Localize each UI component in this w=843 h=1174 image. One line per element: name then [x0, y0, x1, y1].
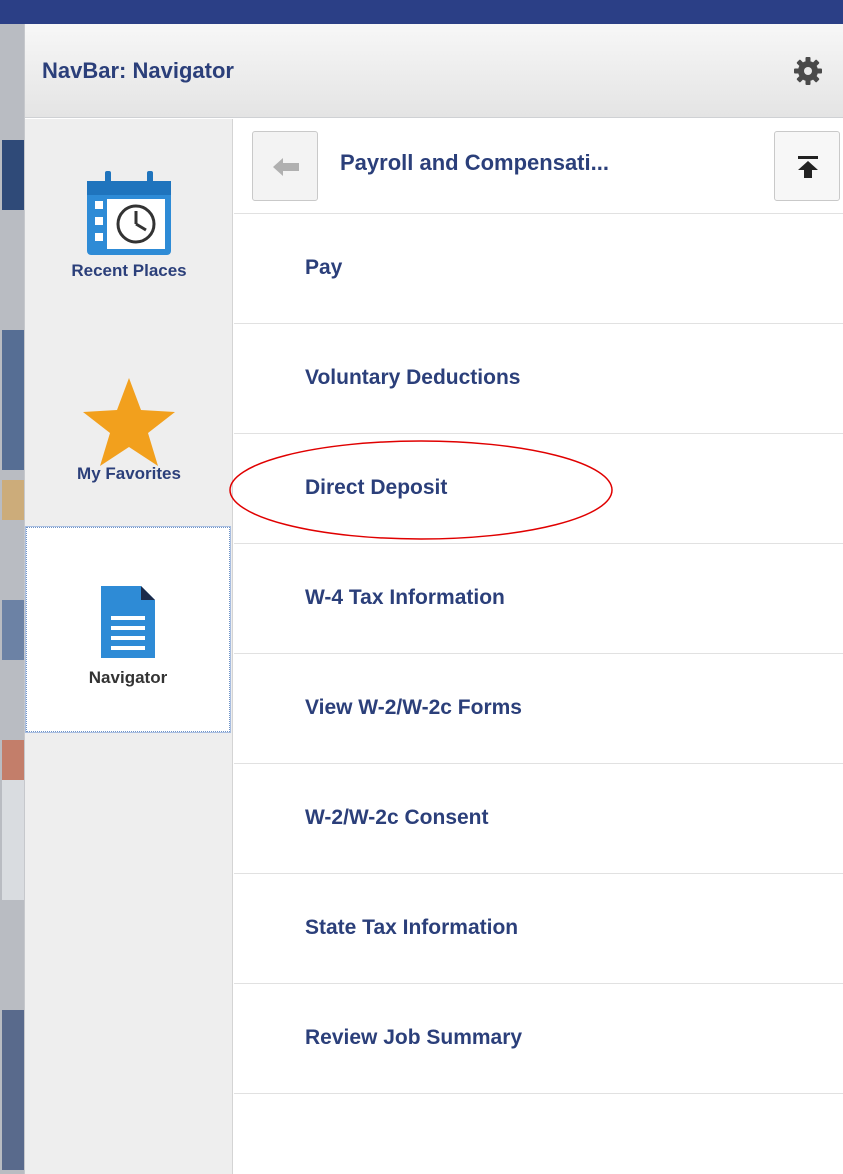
menu-item-label: View W-2/W-2c Forms	[305, 696, 522, 719]
menu-item-label: W-2/W-2c Consent	[305, 806, 489, 829]
navbar-panel: NavBar: Navigator Recent Places My Favor…	[24, 24, 843, 1174]
menu-item-state-tax-information[interactable]: State Tax Information	[234, 874, 843, 984]
menu-item-w2-consent[interactable]: W-2/W-2c Consent	[234, 764, 843, 874]
rail-item-label: Recent Places	[71, 261, 187, 280]
back-button[interactable]	[252, 131, 318, 201]
back-arrow-icon	[273, 158, 299, 176]
menu-item-w4-tax-information[interactable]: W-4 Tax Information	[234, 544, 843, 654]
menu-item-voluntary-deductions[interactable]: Voluntary Deductions	[234, 324, 843, 434]
navigate-top-button[interactable]	[774, 131, 840, 201]
rail-item-label: Navigator	[88, 668, 168, 687]
navigator-content: Payroll and Compensati... Pay Voluntary …	[234, 119, 843, 1174]
menu-item-label: State Tax Information	[305, 916, 519, 939]
rail-item-navigator[interactable]: Navigator	[25, 526, 231, 733]
folder-title: Payroll and Compensati...	[340, 150, 609, 175]
menu-item-pay[interactable]: Pay	[234, 214, 843, 324]
navigate-top-icon	[798, 156, 818, 178]
menu-item-direct-deposit[interactable]: Direct Deposit	[234, 434, 843, 544]
navigator-header: Payroll and Compensati...	[234, 119, 843, 214]
menu-item-label: Direct Deposit	[305, 476, 448, 499]
gear-icon[interactable]	[793, 56, 823, 86]
menu-item-label: Voluntary Deductions	[305, 366, 521, 389]
menu-item-label: Review Job Summary	[305, 1026, 523, 1049]
background-page-strip	[0, 0, 24, 1174]
document-icon	[101, 586, 155, 658]
menu-item-label: W-4 Tax Information	[305, 586, 505, 609]
rail-item-my-favorites[interactable]: My Favorites	[25, 374, 233, 504]
rail-item-label: My Favorites	[77, 464, 181, 483]
menu-item-review-job-summary[interactable]: Review Job Summary	[234, 984, 843, 1094]
rail-item-recent-places[interactable]: Recent Places	[25, 167, 233, 307]
navigator-menu: Pay Voluntary Deductions Direct Deposit …	[234, 214, 843, 1094]
panel-title: NavBar: Navigator	[42, 58, 234, 83]
panel-header: NavBar: Navigator	[25, 24, 843, 118]
menu-item-view-w2-forms[interactable]: View W-2/W-2c Forms	[234, 654, 843, 764]
top-banner-bar	[0, 0, 843, 24]
menu-item-label: Pay	[305, 256, 343, 279]
navbar-rail: Recent Places My Favorites Navigator	[25, 119, 233, 1174]
calendar-clock-icon	[87, 171, 171, 255]
star-icon	[83, 378, 175, 466]
